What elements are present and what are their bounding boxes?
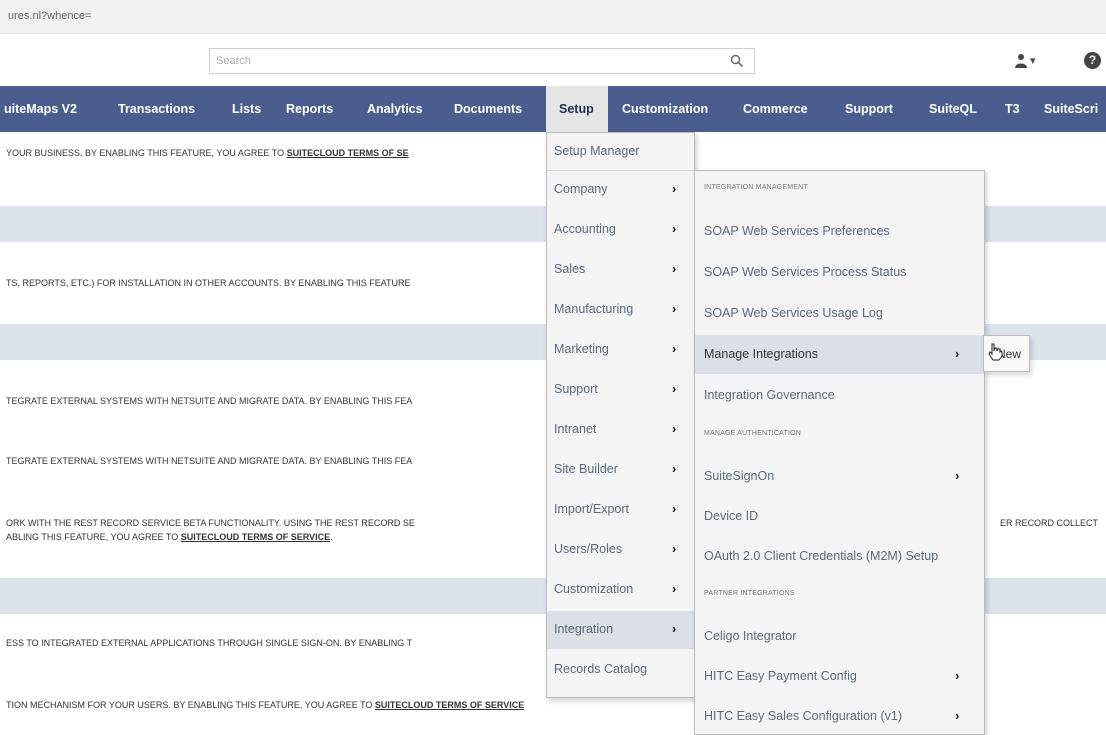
feature-description: TION MECHANISM FOR YOUR USERS. BY ENABLI…	[6, 700, 525, 710]
menu-item-soap-preferences[interactable]: SOAP Web Services Preferences	[695, 212, 984, 251]
chevron-right-icon: ›	[955, 346, 960, 361]
nav-suitemaps[interactable]: uiteMaps V2	[4, 86, 77, 132]
nav-lists[interactable]: Lists	[232, 86, 261, 132]
hand-cursor-icon	[987, 343, 1003, 366]
feature-description: TS, REPORTS, ETC.) FOR INSTALLATION IN O…	[6, 278, 411, 288]
menu-item-celigo-integrator[interactable]: Celigo Integrator	[695, 617, 984, 656]
user-role-icon[interactable]	[1014, 53, 1028, 74]
global-search	[209, 48, 755, 74]
nav-customization[interactable]: Customization	[622, 86, 708, 132]
url-text: ures.nl?whence=	[8, 10, 92, 22]
integration-submenu: INTEGRATION MANAGEMENT SOAP Web Services…	[694, 170, 985, 735]
nav-documents[interactable]: Documents	[454, 86, 522, 132]
search-input[interactable]	[210, 49, 710, 73]
menu-item-suitesignon[interactable]: SuiteSignOn ›	[695, 457, 984, 496]
feature-description: ESS TO INTEGRATED EXTERNAL APPLICATIONS …	[6, 638, 413, 648]
main-nav: uiteMaps V2 Transactions Lists Reports A…	[0, 86, 1106, 132]
feature-description: ORK WITH THE REST RECORD SERVICE BETA FU…	[6, 518, 415, 528]
chevron-right-icon: ›	[672, 541, 677, 556]
nav-suitescript[interactable]: SuiteScri	[1044, 86, 1098, 132]
feature-description: ABLING THIS FEATURE, YOU AGREE TO SUITEC…	[6, 532, 333, 542]
menu-item-setup-manager[interactable]: Setup Manager	[547, 133, 694, 171]
help-icon[interactable]: ?	[1084, 52, 1101, 69]
feature-description: TEGRATE EXTERNAL SYSTEMS WITH NETSUITE A…	[6, 396, 413, 406]
menu-item-accounting[interactable]: Accounting ›	[547, 211, 694, 249]
chevron-right-icon: ›	[672, 261, 677, 276]
menu-item-sales[interactable]: Sales ›	[547, 251, 694, 289]
chevron-right-icon: ›	[672, 581, 677, 596]
role-dropdown-caret[interactable]: ▾	[1030, 54, 1036, 67]
menu-item-hitc-sales-config[interactable]: HITC Easy Sales Configuration (v1) ›	[695, 697, 984, 735]
chevron-right-icon: ›	[955, 468, 960, 483]
feature-description: TEGRATE EXTERNAL SYSTEMS WITH NETSUITE A…	[6, 456, 413, 466]
nav-analytics[interactable]: Analytics	[367, 86, 423, 132]
menu-item-records-catalog[interactable]: Records Catalog	[547, 651, 694, 689]
menu-item-integration[interactable]: Integration ›	[547, 611, 694, 649]
nav-reports[interactable]: Reports	[286, 86, 333, 132]
menu-item-support[interactable]: Support ›	[547, 371, 694, 409]
search-icon[interactable]	[730, 54, 744, 73]
menu-item-hitc-payment-config[interactable]: HITC Easy Payment Config ›	[695, 657, 984, 696]
chevron-right-icon: ›	[672, 501, 677, 516]
section-header-manage-authentication: MANAGE AUTHENTICATION	[704, 430, 802, 437]
app-header: ▾ ?	[0, 34, 1106, 86]
menu-item-soap-usage-log[interactable]: SOAP Web Services Usage Log	[695, 294, 984, 333]
menu-item-integration-governance[interactable]: Integration Governance	[695, 376, 984, 415]
menu-item-manage-integrations[interactable]: Manage Integrations ›	[695, 335, 984, 374]
nav-setup[interactable]: Setup	[546, 86, 608, 132]
browser-url-bar[interactable]: ures.nl?whence=	[0, 0, 1106, 34]
chevron-right-icon: ›	[672, 421, 677, 436]
nav-transactions[interactable]: Transactions	[118, 86, 195, 132]
menu-item-soap-process-status[interactable]: SOAP Web Services Process Status	[695, 253, 984, 292]
menu-item-manufacturing[interactable]: Manufacturing ›	[547, 291, 694, 329]
menu-item-device-id[interactable]: Device ID	[695, 497, 984, 536]
menu-item-customization[interactable]: Customization ›	[547, 571, 694, 609]
menu-item-company[interactable]: Company ›	[547, 171, 694, 209]
chevron-right-icon: ›	[672, 381, 677, 396]
feature-description: YOUR BUSINESS. BY ENABLING THIS FEATURE,…	[6, 148, 409, 158]
nav-support[interactable]: Support	[845, 86, 893, 132]
chevron-right-icon: ›	[672, 301, 677, 316]
chevron-right-icon: ›	[955, 668, 960, 683]
menu-item-oauth-m2m-setup[interactable]: OAuth 2.0 Client Credentials (M2M) Setup	[695, 537, 984, 576]
chevron-right-icon: ›	[672, 461, 677, 476]
setup-menu: Setup Manager Company › Accounting › Sales…	[546, 132, 695, 698]
section-header-partner-integrations: PARTNER INTEGRATIONS	[704, 590, 795, 597]
chevron-right-icon: ›	[955, 708, 960, 723]
menu-item-site-builder[interactable]: Site Builder ›	[547, 451, 694, 489]
nav-suiteql[interactable]: SuiteQL	[929, 86, 977, 132]
section-header-integration-management: INTEGRATION MANAGEMENT	[704, 184, 808, 191]
feature-description: ER RECORD COLLECT	[1000, 518, 1099, 528]
menu-item-marketing[interactable]: Marketing ›	[547, 331, 694, 369]
chevron-right-icon: ›	[672, 181, 677, 196]
terms-link[interactable]: SUITECLOUD TERMS OF SE	[287, 148, 409, 158]
chevron-right-icon: ›	[672, 341, 677, 356]
menu-item-users-roles[interactable]: Users/Roles ›	[547, 531, 694, 569]
chevron-right-icon: ›	[672, 221, 677, 236]
nav-commerce[interactable]: Commerce	[743, 86, 808, 132]
terms-link[interactable]: SUITECLOUD TERMS OF SERVICE	[375, 700, 524, 710]
chevron-right-icon: ›	[672, 621, 677, 636]
nav-t3[interactable]: T3	[1005, 86, 1020, 132]
terms-link[interactable]: SUITECLOUD TERMS OF SERVICE	[181, 532, 330, 542]
menu-item-import-export[interactable]: Import/Export ›	[547, 491, 694, 529]
menu-item-intranet[interactable]: Intranet ›	[547, 411, 694, 449]
